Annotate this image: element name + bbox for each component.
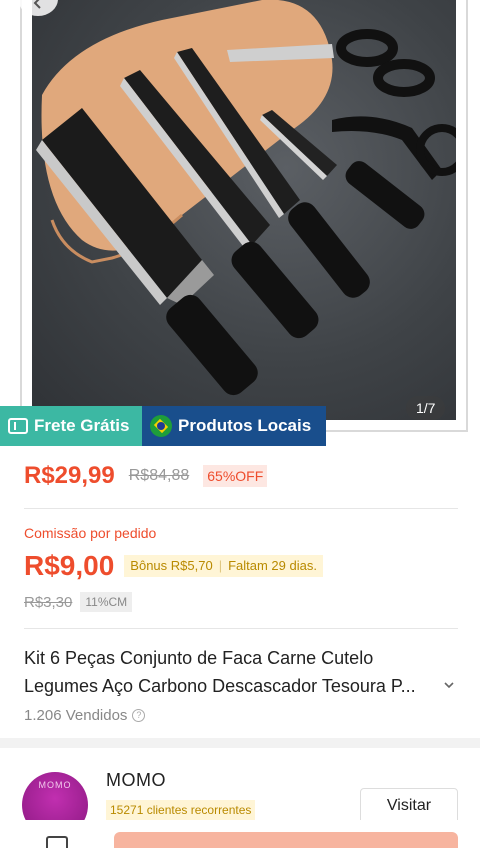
brazil-flag-icon <box>150 415 172 437</box>
local-products-label: Produtos Locais <box>178 416 312 435</box>
knife-set-illustration <box>36 0 456 396</box>
visit-shop-button[interactable]: Visitar <box>360 788 458 824</box>
product-title-line-2: Legumes Aço Carbono Descascador Tesoura … <box>24 676 416 696</box>
share-icon[interactable] <box>46 836 68 848</box>
commission-rate: 11%CM <box>80 592 133 612</box>
local-products-badge: Produtos Locais <box>142 406 326 446</box>
bonus-pill: Bônus R$5,70 | Faltam 29 dias. <box>124 555 323 577</box>
free-shipping-badge: Frete Grátis <box>0 406 142 446</box>
arrow-left-icon <box>33 0 41 9</box>
divider <box>24 508 458 509</box>
old-commission-row: R$3,30 11%CM <box>24 592 133 612</box>
free-shipping-label: Frete Grátis <box>34 416 130 435</box>
recurring-customers-badge: 15271 clientes recorrentes <box>106 800 256 820</box>
sold-count: 1.206 Vendidos ? <box>24 707 146 724</box>
badge-row: Frete Grátis Produtos Locais <box>0 406 326 446</box>
question-icon[interactable]: ? <box>132 709 146 722</box>
commission-row: R$9,00 Bônus R$5,70 | Faltam 29 dias. <box>24 550 323 582</box>
product-gallery[interactable]: 1/7 <box>0 0 480 434</box>
commission-label: Comissão por pedido <box>24 525 157 541</box>
bonus-separator: | <box>218 558 223 573</box>
section-separator <box>0 738 480 748</box>
product-title[interactable]: Kit 6 Peças Conjunto de Faca Carne Cutel… <box>24 644 444 700</box>
divider <box>24 628 458 629</box>
sold-count-label: 1.206 Vendidos <box>24 707 128 724</box>
bonus-remaining: Faltam 29 dias. <box>228 558 317 573</box>
product-title-line-1: Kit 6 Peças Conjunto de Faca Carne Cutel… <box>24 648 374 668</box>
shop-name[interactable]: MOMO <box>106 770 166 791</box>
chevron-down-icon[interactable] <box>442 678 456 692</box>
bonus-amount: Bônus R$5,70 <box>130 558 213 573</box>
old-commission: R$3,30 <box>24 593 73 611</box>
image-counter: 1/7 <box>406 396 446 420</box>
original-price: R$84,88 <box>128 467 190 484</box>
price-row: R$29,99 R$84,88 65%OFF <box>24 462 268 490</box>
shop-avatar-text: MOMO <box>38 780 72 790</box>
commission-value: R$9,00 <box>24 550 115 581</box>
product-image[interactable] <box>32 0 456 420</box>
current-price: R$29,99 <box>24 462 115 489</box>
primary-action-button[interactable] <box>114 832 458 848</box>
bottom-action-bar <box>0 820 480 848</box>
discount-badge: 65%OFF <box>203 465 268 487</box>
ticket-icon <box>8 418 28 434</box>
